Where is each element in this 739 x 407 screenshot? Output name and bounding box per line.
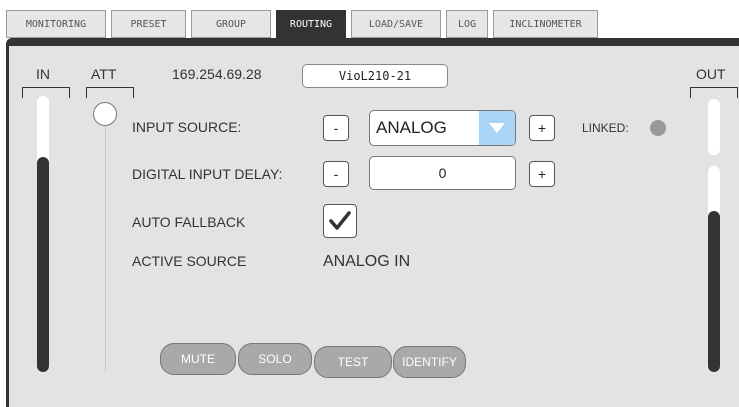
checkmark-icon bbox=[329, 211, 351, 230]
in-label: IN bbox=[36, 66, 50, 82]
tab-preset[interactable]: PRESET bbox=[111, 10, 186, 38]
digital-delay-field[interactable]: 0 bbox=[369, 156, 516, 190]
tab-inclinometer[interactable]: INCLINOMETER bbox=[493, 10, 598, 38]
active-source-value: ANALOG IN bbox=[323, 253, 411, 270]
out-level-fill bbox=[708, 211, 720, 372]
att-slider-knob[interactable] bbox=[93, 102, 117, 126]
active-source-label: ACTIVE SOURCE bbox=[132, 253, 247, 269]
solo-button[interactable]: SOLO bbox=[238, 343, 312, 375]
test-button[interactable]: TEST bbox=[314, 346, 392, 378]
ip-address: 169.254.69.28 bbox=[172, 66, 262, 82]
digital-delay-label: DIGITAL INPUT DELAY: bbox=[132, 166, 283, 182]
input-source-plus-button[interactable]: + bbox=[529, 115, 555, 141]
att-label: ATT bbox=[91, 66, 117, 82]
tab-log[interactable]: LOG bbox=[446, 10, 488, 38]
input-source-minus-button[interactable]: - bbox=[323, 115, 349, 141]
in-level-fill bbox=[37, 157, 49, 372]
out-label: OUT bbox=[696, 66, 726, 82]
out-bracket bbox=[690, 87, 738, 98]
dropdown-arrow-button[interactable] bbox=[479, 111, 515, 145]
input-source-value: ANALOG bbox=[376, 118, 447, 137]
tab-load-save[interactable]: LOAD/SAVE bbox=[351, 10, 441, 38]
att-slider-track[interactable] bbox=[105, 110, 106, 372]
tab-routing[interactable]: ROUTING bbox=[276, 10, 346, 38]
linked-label: LINKED: bbox=[582, 121, 629, 135]
tab-group[interactable]: GROUP bbox=[191, 10, 271, 38]
out-upper-meter bbox=[708, 99, 720, 155]
linked-indicator bbox=[650, 120, 666, 136]
input-source-label: INPUT SOURCE: bbox=[132, 119, 242, 135]
tab-monitoring[interactable]: MONITORING bbox=[6, 10, 106, 38]
digital-delay-minus-button[interactable]: - bbox=[323, 161, 349, 187]
mute-button[interactable]: MUTE bbox=[160, 343, 236, 375]
auto-fallback-label: AUTO FALLBACK bbox=[132, 214, 246, 230]
att-bracket bbox=[86, 87, 134, 98]
auto-fallback-checkbox[interactable] bbox=[323, 204, 357, 238]
device-name-field[interactable]: VioL210-21 bbox=[302, 64, 448, 88]
identify-button[interactable]: IDENTIFY bbox=[393, 346, 466, 378]
digital-delay-plus-button[interactable]: + bbox=[529, 161, 555, 187]
chevron-down-icon bbox=[489, 123, 505, 133]
